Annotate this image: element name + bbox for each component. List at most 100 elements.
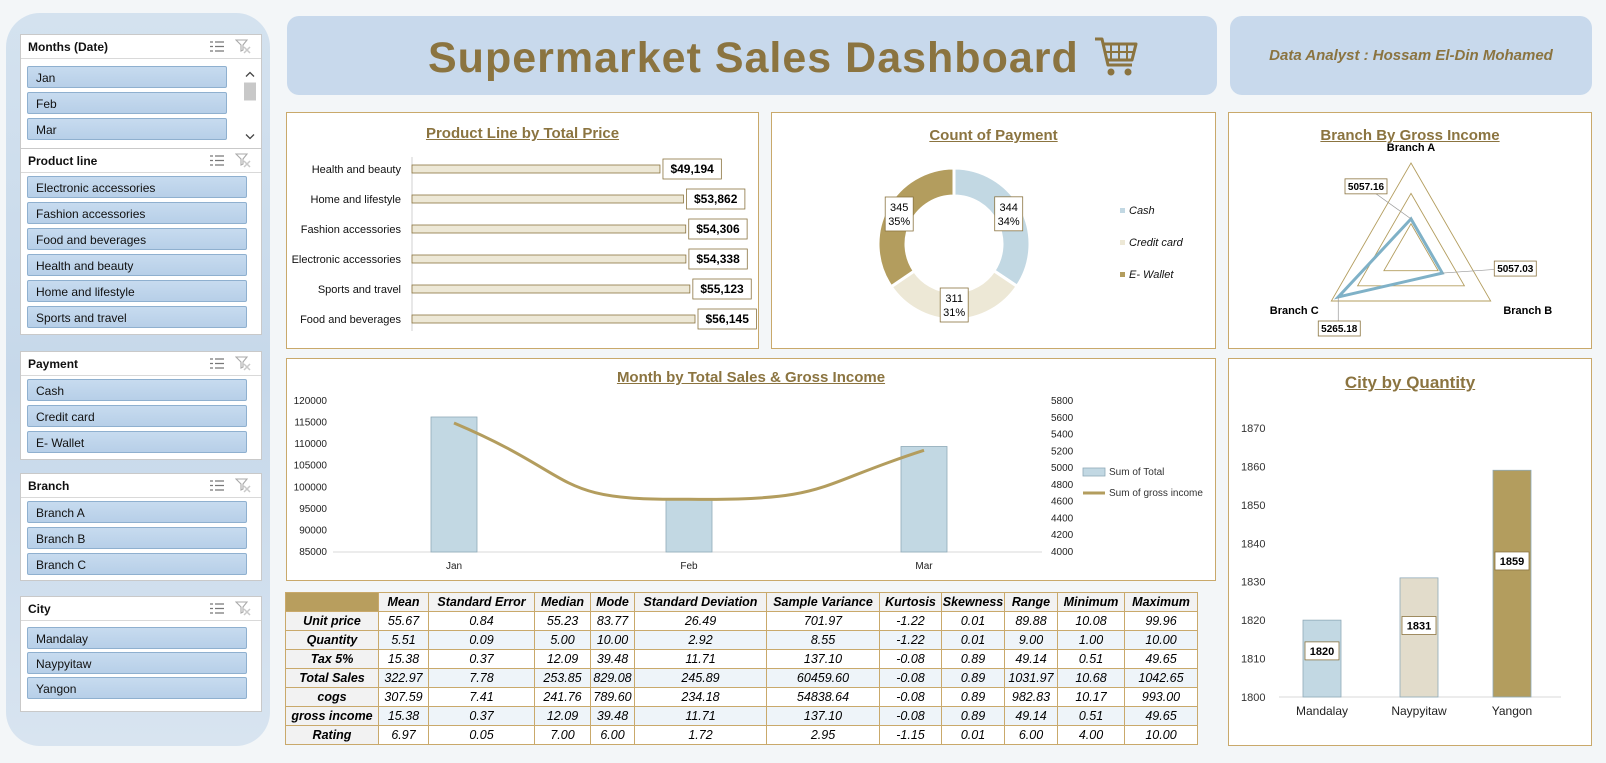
table-cell: 0.01 xyxy=(941,630,1005,650)
city-plot: 1870 1860 1850 1840 1830 1820 1810 1800 1820 Mand… xyxy=(1241,423,1561,718)
legend-marker xyxy=(1120,240,1125,245)
slicer-item-health-and-beauty[interactable]: Health and beauty xyxy=(27,254,247,276)
table-cell: 7.78 xyxy=(428,668,535,688)
left-tick-label: 90000 xyxy=(299,525,327,536)
slicer-panel: Months (Date) Jan Feb Mar Product line E… xyxy=(6,13,270,746)
right-tick-label: 4000 xyxy=(1051,547,1074,558)
table-cell: 83.77 xyxy=(590,611,635,631)
slicer-item-e-wallet[interactable]: E- Wallet xyxy=(27,431,247,453)
column-header: Maximum xyxy=(1124,592,1198,612)
table-cell: 54838.64 xyxy=(766,687,880,707)
table-cell: 701.97 xyxy=(766,611,880,631)
data-label: 311 xyxy=(945,293,963,305)
table-cell: 322.97 xyxy=(378,668,429,688)
y-tick-label: 1840 xyxy=(1241,538,1265,550)
multi-select-icon[interactable] xyxy=(209,602,225,615)
table-cell: 2.95 xyxy=(766,725,880,745)
left-tick-label: 115000 xyxy=(294,418,327,429)
slicer-item-sports-and-travel[interactable]: Sports and travel xyxy=(27,306,247,328)
table-cell: 55.23 xyxy=(534,611,591,631)
slicer-item-naypyitaw[interactable]: Naypyitaw xyxy=(27,652,247,674)
table-cell: 307.59 xyxy=(378,687,429,707)
slicer-item-branch-c[interactable]: Branch C xyxy=(27,553,247,575)
clear-filter-icon[interactable] xyxy=(235,601,251,616)
table-cell: 7.00 xyxy=(534,725,591,745)
slicer-item-cash[interactable]: Cash xyxy=(27,379,247,401)
table-row: Quantity 5.51 0.09 5.00 10.00 2.92 8.55 -1.22 0.… xyxy=(285,630,1198,650)
slicer-title: City xyxy=(28,602,51,616)
table-cell: 0.51 xyxy=(1057,649,1125,669)
multi-select-icon[interactable] xyxy=(209,154,225,167)
data-label: 5057.03 xyxy=(1497,264,1534,275)
slicer-item-branch-a[interactable]: Branch A xyxy=(27,501,247,523)
slicer-months: Months (Date) Jan Feb Mar xyxy=(20,34,262,156)
clear-filter-icon[interactable] xyxy=(235,478,251,493)
analyst-banner: Data Analyst : Hossam El-Din Mohamed xyxy=(1230,16,1592,95)
table-cell: 241.76 xyxy=(534,687,591,707)
data-label: $49,194 xyxy=(670,162,714,176)
month-plot: 120000 115000 110000 105000 100000 95000 90000… xyxy=(294,396,1204,572)
table-cell: 49.14 xyxy=(1004,706,1058,726)
table-cell: -0.08 xyxy=(879,649,942,669)
table-cell: 49.65 xyxy=(1124,706,1198,726)
table-cell: 0.01 xyxy=(941,725,1005,745)
multi-select-icon[interactable] xyxy=(209,479,225,492)
slicer-item-jan[interactable]: Jan xyxy=(27,66,227,88)
data-label: $54,338 xyxy=(696,252,740,266)
table-cell: 6.00 xyxy=(1004,725,1058,745)
bar xyxy=(665,498,713,553)
y-tick-label: 1870 xyxy=(1241,423,1265,435)
slicer-item-food-and-beverages[interactable]: Food and beverages xyxy=(27,228,247,250)
slicer-item-home-and-lifestyle[interactable]: Home and lifestyle xyxy=(27,280,247,302)
table-cell: -0.08 xyxy=(879,668,942,688)
clear-filter-icon[interactable] xyxy=(235,356,251,371)
data-label: $56,145 xyxy=(706,312,750,326)
y-tick-label: 1850 xyxy=(1241,500,1265,512)
slicer-item-fashion-accessories[interactable]: Fashion accessories xyxy=(27,202,247,224)
category-label: Naypyitaw xyxy=(1391,704,1447,718)
slicer-payment: Payment Cash Credit card E- Wallet xyxy=(20,351,262,460)
slicer-item-electronic-accessories[interactable]: Electronic accessories xyxy=(27,176,247,198)
table-cell: 0.51 xyxy=(1057,706,1125,726)
slicer-item-branch-b[interactable]: Branch B xyxy=(27,527,247,549)
slicer-item-mar[interactable]: Mar xyxy=(27,118,227,140)
multi-select-icon[interactable] xyxy=(209,357,225,370)
table-cell: -0.08 xyxy=(879,706,942,726)
slicer-item-credit-card[interactable]: Credit card xyxy=(27,405,247,427)
slicer-item-mandalay[interactable]: Mandalay xyxy=(27,627,247,649)
table-corner xyxy=(285,592,379,612)
slicer-title: Payment xyxy=(28,357,79,371)
table-cell: 0.01 xyxy=(941,611,1005,631)
data-label: $54,306 xyxy=(696,222,740,236)
data-label: $53,862 xyxy=(694,192,738,206)
category-label: Sports and travel xyxy=(318,284,401,296)
table-cell: 49.65 xyxy=(1124,649,1198,669)
legend-marker xyxy=(1082,467,1106,477)
clear-filter-icon[interactable] xyxy=(235,153,251,168)
bar xyxy=(1492,469,1532,698)
axis-category-label: Branch B xyxy=(1503,305,1552,317)
right-tick-label: 5000 xyxy=(1051,463,1074,474)
multi-select-icon[interactable] xyxy=(209,40,225,53)
bar xyxy=(411,254,687,264)
y-tick-label: 1830 xyxy=(1241,577,1265,589)
slicer-item-feb[interactable]: Feb xyxy=(27,92,227,114)
y-tick-label: 1810 xyxy=(1241,654,1265,666)
bar xyxy=(411,164,661,174)
column-header: Skewness xyxy=(941,592,1005,612)
category-label: Electronic accessories xyxy=(292,254,402,266)
city-chart: City by Quantity 1870 1860 1850 1840 1830 182… xyxy=(1228,358,1592,746)
table-cell: -1.15 xyxy=(879,725,942,745)
row-label: Rating xyxy=(285,725,379,745)
category-label: Feb xyxy=(680,561,698,572)
row-label: Tax 5% xyxy=(285,649,379,669)
table-row: Total Sales 322.97 7.78 253.85 829.08 245.89 6… xyxy=(285,668,1198,688)
table-cell: 12.09 xyxy=(534,649,591,669)
slicer-scrollbar[interactable] xyxy=(243,61,257,151)
table-row: Tax 5% 15.38 0.37 12.09 39.48 11.71 137.10 -0.0… xyxy=(285,649,1198,669)
category-label: Jan xyxy=(446,561,462,572)
slicer-item-yangon[interactable]: Yangon xyxy=(27,677,247,699)
table-cell: 0.84 xyxy=(428,611,535,631)
clear-filter-icon[interactable] xyxy=(235,39,251,54)
slicer-header: City xyxy=(21,597,261,621)
